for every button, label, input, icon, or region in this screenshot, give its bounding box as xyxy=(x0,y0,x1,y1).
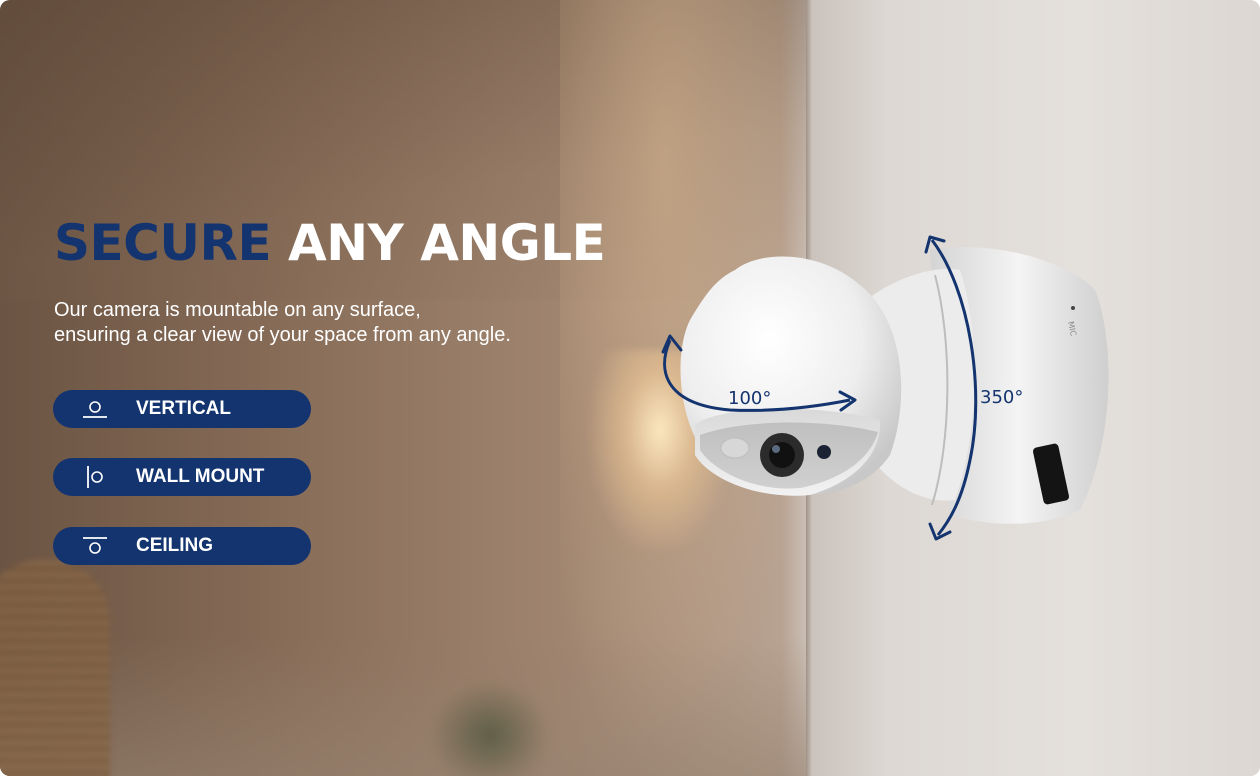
tilt-angle-label: 100° xyxy=(728,388,772,409)
mic-hole xyxy=(1071,306,1075,310)
headline-rest: ANY ANGLE xyxy=(271,214,606,272)
wicker-basket-image xyxy=(0,560,110,776)
wall-mount-label: WALL MOUNT xyxy=(136,466,265,487)
vertical-mount-icon xyxy=(83,401,107,418)
hero-banner: SECURE ANY ANGLE Our camera is mountable… xyxy=(0,0,1260,776)
vertical-label: VERTICAL xyxy=(136,398,231,419)
pan-angle-label: 350° xyxy=(980,387,1024,408)
ceiling-label: CEILING xyxy=(136,535,214,556)
ceiling-mount-icon xyxy=(83,537,107,554)
headline-accent: SECURE xyxy=(54,214,272,272)
headline: SECURE ANY ANGLE xyxy=(54,208,606,278)
wall-mount-button[interactable]: WALL MOUNT xyxy=(53,458,311,496)
ceiling-button[interactable]: CEILING xyxy=(53,527,311,565)
background-floor xyxy=(0,636,820,776)
security-camera-image: MIC xyxy=(661,235,1109,541)
wall-mount-icon xyxy=(87,466,103,488)
vertical-button[interactable]: VERTICAL xyxy=(53,390,311,428)
